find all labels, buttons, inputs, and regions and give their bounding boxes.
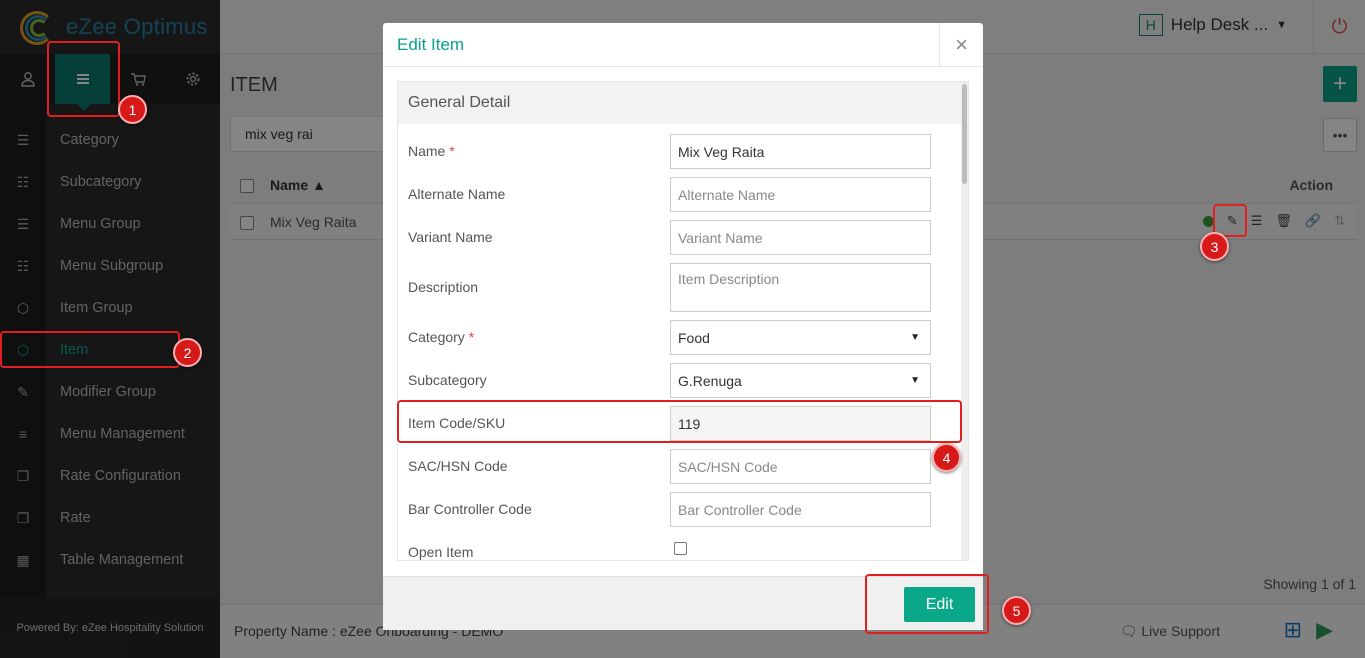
bar-controller-input[interactable]: Bar Controller Code	[670, 492, 931, 527]
modal-title: Edit Item	[397, 35, 465, 54]
field-label: Category *	[408, 329, 474, 345]
modal-header: Edit Item ×	[383, 23, 983, 67]
category-label: Category	[408, 329, 465, 345]
step-badge-4: 4	[932, 443, 961, 472]
name-input[interactable]: Mix Veg Raita	[670, 134, 931, 169]
scrollbar-thumb[interactable]	[962, 84, 967, 184]
field-row-open-item: Open Item	[398, 531, 968, 560]
field-label: Name *	[408, 143, 455, 159]
edit-item-modal: Edit Item × General Detail Name * Mix Ve…	[383, 23, 983, 630]
description-textarea[interactable]: Item Description	[670, 263, 931, 312]
step-badge-1: 1	[118, 95, 147, 124]
open-item-label: Open Item	[408, 544, 474, 560]
variant-name-label: Variant Name	[408, 229, 493, 245]
field-row-sac-hsn: SAC/HSN Code SAC/HSN Code	[398, 445, 968, 488]
highlight-menu-tab	[47, 41, 120, 117]
subcategory-label: Subcategory	[408, 372, 487, 388]
modal-scrollbar[interactable]	[961, 82, 968, 560]
sac-hsn-input[interactable]: SAC/HSN Code	[670, 449, 931, 484]
sac-hsn-label: SAC/HSN Code	[408, 458, 508, 474]
field-row-description: Description Item Description	[398, 259, 968, 316]
highlight-item-nav	[0, 331, 180, 368]
field-row-name: Name * Mix Veg Raita	[398, 130, 968, 173]
name-label: Name	[408, 143, 446, 159]
section-title: General Detail	[398, 82, 968, 124]
required-mark: *	[468, 329, 475, 345]
close-icon[interactable]: ×	[939, 23, 983, 67]
highlight-edit-button	[865, 574, 989, 634]
required-mark: *	[449, 143, 455, 159]
bar-controller-label: Bar Controller Code	[408, 501, 532, 517]
field-row-subcategory: Subcategory G.Renuga	[398, 359, 968, 402]
step-badge-5: 5	[1002, 596, 1031, 625]
field-row-bar-controller: Bar Controller Code Bar Controller Code	[398, 488, 968, 531]
alternate-name-input[interactable]: Alternate Name	[670, 177, 931, 212]
field-row-category: Category * Food	[398, 316, 968, 359]
alternate-name-label: Alternate Name	[408, 186, 506, 202]
step-badge-3: 3	[1200, 232, 1229, 261]
step-badge-2: 2	[173, 338, 202, 367]
field-row-variant-name: Variant Name Variant Name	[398, 216, 968, 259]
category-select[interactable]: Food	[670, 320, 931, 355]
highlight-sku-field	[397, 400, 962, 443]
open-item-checkbox[interactable]	[674, 542, 687, 555]
subcategory-select[interactable]: G.Renuga	[670, 363, 931, 398]
modal-body: General Detail Name * Mix Veg Raita Alte…	[397, 81, 969, 561]
variant-name-input[interactable]: Variant Name	[670, 220, 931, 255]
field-row-alternate-name: Alternate Name Alternate Name	[398, 173, 968, 216]
description-label: Description	[408, 279, 479, 295]
